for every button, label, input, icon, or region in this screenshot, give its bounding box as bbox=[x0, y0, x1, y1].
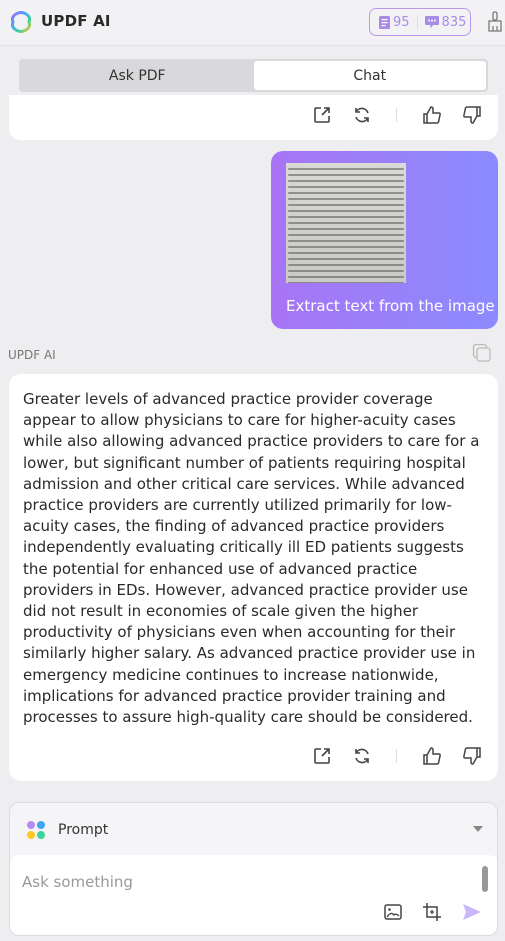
ai-message-text: Greater levels of advanced practice prov… bbox=[23, 390, 480, 727]
thumbs-up-icon[interactable] bbox=[421, 104, 443, 126]
document-icon bbox=[379, 15, 390, 29]
message-actions bbox=[311, 104, 483, 126]
thumbs-up-icon[interactable] bbox=[421, 745, 443, 767]
quota-chats-count: 835 bbox=[441, 14, 467, 30]
app-title: UPDF AI bbox=[41, 12, 111, 30]
updf-logo-icon bbox=[10, 11, 32, 33]
actions-divider bbox=[396, 108, 397, 122]
user-message-bubble: Extract text from the image bbox=[271, 151, 498, 329]
previous-ai-message-card bbox=[9, 95, 498, 140]
quota-badge[interactable]: 95 835 bbox=[369, 8, 471, 36]
send-icon[interactable] bbox=[461, 901, 483, 923]
prompt-selector[interactable]: Prompt bbox=[58, 822, 108, 838]
copy-icon[interactable] bbox=[472, 343, 492, 363]
chat-bubble-icon bbox=[424, 15, 439, 28]
share-icon[interactable] bbox=[311, 104, 333, 126]
regenerate-icon[interactable] bbox=[351, 745, 373, 767]
screenshot-crop-icon[interactable] bbox=[421, 901, 443, 923]
prompt-composer: Prompt bbox=[9, 802, 498, 936]
attached-image-thumbnail[interactable] bbox=[286, 163, 406, 283]
broom-icon[interactable] bbox=[487, 11, 503, 33]
ai-message-card: Greater levels of advanced practice prov… bbox=[9, 374, 498, 781]
user-message-text: Extract text from the image bbox=[286, 297, 495, 315]
ai-sender-label: UPDF AI bbox=[8, 348, 56, 362]
chevron-down-icon[interactable] bbox=[473, 826, 483, 832]
input-area bbox=[10, 855, 497, 935]
app-header: UPDF AI 95 835 bbox=[0, 0, 505, 46]
quota-divider bbox=[416, 15, 418, 29]
tab-ask-pdf[interactable]: Ask PDF bbox=[21, 61, 254, 90]
tab-chat[interactable]: Chat bbox=[253, 61, 486, 90]
actions-divider bbox=[396, 749, 397, 763]
mode-tabs: Ask PDF Chat bbox=[19, 59, 488, 92]
message-actions bbox=[311, 745, 483, 767]
image-upload-icon[interactable] bbox=[382, 901, 404, 923]
thumbs-down-icon[interactable] bbox=[461, 745, 483, 767]
share-icon[interactable] bbox=[311, 745, 333, 767]
input-scrollbar[interactable] bbox=[482, 866, 488, 892]
quota-docs-count: 95 bbox=[393, 14, 410, 30]
regenerate-icon[interactable] bbox=[351, 104, 373, 126]
thumbs-down-icon[interactable] bbox=[461, 104, 483, 126]
ask-input[interactable] bbox=[22, 871, 462, 893]
prompt-dots-icon bbox=[27, 821, 45, 839]
